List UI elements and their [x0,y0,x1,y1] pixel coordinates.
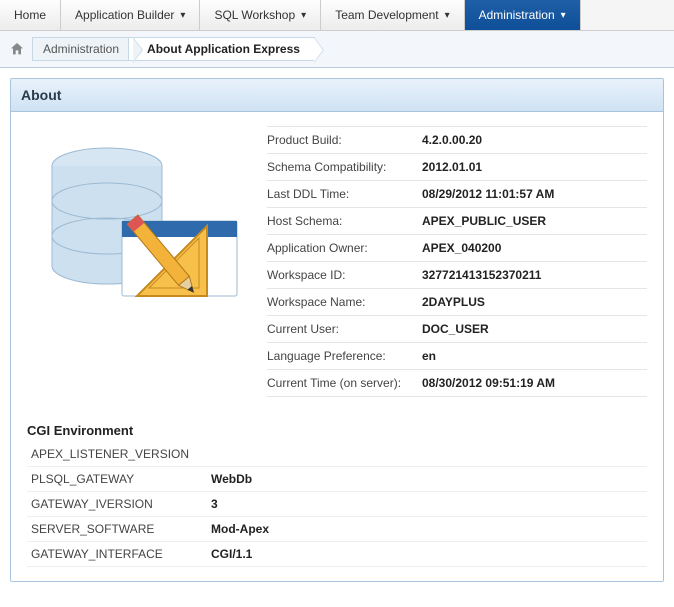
kv-row: Last DDL Time:08/29/2012 11:01:57 AM [267,181,647,208]
env-key: GATEWAY_INTERFACE [27,542,207,567]
kv-value: 4.2.0.00.20 [422,133,482,147]
breadcrumb-label: About Application Express [147,42,300,56]
kv-value: 08/29/2012 11:01:57 AM [422,187,554,201]
kv-label: Application Owner: [267,241,422,255]
kv-value: 2012.01.01 [422,160,482,174]
about-properties: Product Build:4.2.0.00.20 Schema Compati… [267,126,647,397]
kv-label: Host Schema: [267,214,422,228]
kv-row: Application Owner:APEX_040200 [267,235,647,262]
kv-row: Schema Compatibility:2012.01.01 [267,154,647,181]
tab-application-builder[interactable]: Application Builder ▾ [61,0,200,30]
tab-label: Application Builder [75,8,174,22]
breadcrumb-item-current: About Application Express [128,37,315,61]
cgi-environment-table: APEX_LISTENER_VERSION PLSQL_GATEWAYWebDb… [27,442,647,567]
tab-label: Team Development [335,8,438,22]
env-value: 3 [207,492,647,517]
kv-value: 08/30/2012 09:51:19 AM [422,376,555,390]
table-row: APEX_LISTENER_VERSION [27,442,647,467]
table-row: PLSQL_GATEWAYWebDb [27,467,647,492]
env-key: PLSQL_GATEWAY [27,467,207,492]
kv-value: DOC_USER [422,322,489,336]
kv-label: Current User: [267,322,422,336]
kv-label: Workspace ID: [267,268,422,282]
region-body: Product Build:4.2.0.00.20 Schema Compati… [11,112,663,581]
tab-label: SQL Workshop [214,8,295,22]
kv-row: Product Build:4.2.0.00.20 [267,127,647,154]
kv-value: APEX_PUBLIC_USER [422,214,546,228]
chevron-down-icon: ▾ [301,10,306,21]
tab-label: Administration [479,8,555,22]
chevron-down-icon: ▾ [445,10,450,21]
tab-team-development[interactable]: Team Development ▾ [321,0,464,30]
home-icon[interactable] [8,41,26,57]
env-key: APEX_LISTENER_VERSION [27,442,207,467]
cgi-section-title: CGI Environment [27,423,647,438]
kv-label: Last DDL Time: [267,187,422,201]
table-row: SERVER_SOFTWAREMod-Apex [27,517,647,542]
env-value: CGI/1.1 [207,542,647,567]
kv-row: Host Schema:APEX_PUBLIC_USER [267,208,647,235]
kv-label: Current Time (on server): [267,376,422,390]
env-value: WebDb [207,467,647,492]
content: About [0,68,674,592]
kv-label: Workspace Name: [267,295,422,309]
table-row: GATEWAY_INTERFACECGI/1.1 [27,542,647,567]
kv-row: Current Time (on server):08/30/2012 09:5… [267,370,647,397]
kv-value: 2DAYPLUS [422,295,485,309]
chevron-down-icon: ▾ [561,10,566,21]
kv-label: Product Build: [267,133,422,147]
kv-row: Workspace ID:327721413152370211 [267,262,647,289]
chevron-down-icon: ▾ [180,10,185,21]
about-illustration [27,126,247,316]
region-title: About [11,79,663,112]
breadcrumb-item-administration[interactable]: Administration [32,37,134,61]
kv-label: Language Preference: [267,349,422,363]
table-row: GATEWAY_IVERSION3 [27,492,647,517]
tab-sql-workshop[interactable]: SQL Workshop ▾ [200,0,321,30]
kv-row: Language Preference:en [267,343,647,370]
kv-value: en [422,349,436,363]
kv-value: APEX_040200 [422,241,501,255]
env-value [207,442,647,467]
env-key: GATEWAY_IVERSION [27,492,207,517]
tab-home[interactable]: Home [0,0,61,30]
tab-label: Home [14,8,46,22]
top-nav: Home Application Builder ▾ SQL Workshop … [0,0,674,31]
kv-row: Current User:DOC_USER [267,316,647,343]
about-region: About [10,78,664,582]
breadcrumb: Administration About Application Express [0,31,674,68]
breadcrumb-label: Administration [43,42,119,56]
env-key: SERVER_SOFTWARE [27,517,207,542]
kv-value: 327721413152370211 [422,268,541,282]
kv-label: Schema Compatibility: [267,160,422,174]
kv-row: Workspace Name:2DAYPLUS [267,289,647,316]
env-value: Mod-Apex [207,517,647,542]
tab-administration[interactable]: Administration ▾ [465,0,581,30]
